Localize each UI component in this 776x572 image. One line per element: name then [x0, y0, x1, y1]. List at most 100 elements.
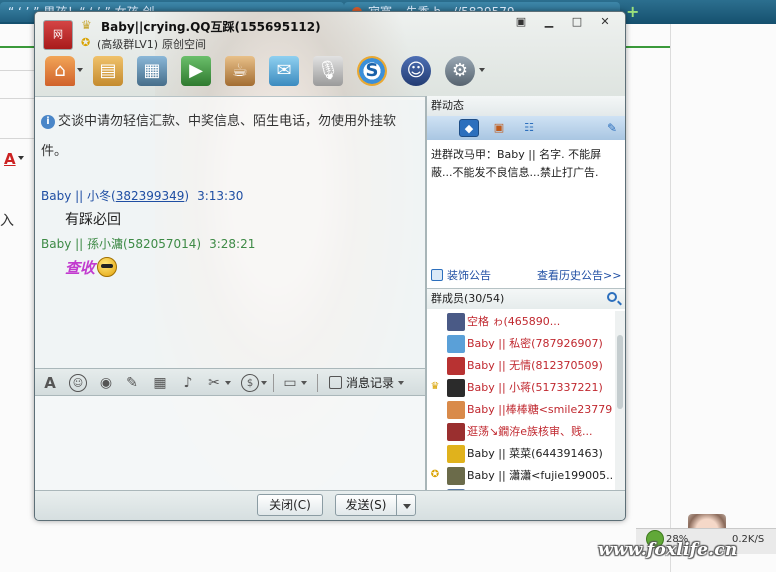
font-icon[interactable]: A [41, 374, 59, 392]
police-icon[interactable]: ☺ [401, 56, 431, 86]
dropdown-arrow-icon[interactable] [18, 156, 24, 160]
announcement-links: 装饰公告 查看历史公告>> [427, 266, 625, 286]
wrench-icon[interactable]: ✎ [607, 121, 617, 135]
chat-bubble-icon[interactable]: ▭ [281, 374, 299, 392]
message-styled-text: 查收 [65, 259, 96, 277]
member-row[interactable]: ✪Baby || 爵士猫(1793718819) [427, 487, 613, 490]
graffiti-icon[interactable]: ✎ [123, 374, 141, 392]
scroll-thumb[interactable] [617, 335, 623, 409]
group-members-panel: 群成员(30/54) 空格 ゎ(465890... Baby || 私密(7879… [427, 288, 625, 490]
message-icon[interactable]: ✉ [269, 56, 299, 86]
sender-qq-link[interactable]: 382399349 [116, 189, 185, 203]
notice-text: 交谈中请勿轻信汇款、中奖信息、陌生电话，勿使用外挂软件。 [41, 114, 397, 159]
dropdown-arrow-icon[interactable] [225, 381, 231, 385]
member-row[interactable]: 逛荡↘鐗洊e族核审、贱... [427, 421, 613, 443]
member-badge-icon [429, 359, 441, 371]
list-tab-icon[interactable]: ☷ [519, 119, 539, 137]
member-row[interactable]: ♛ Baby || 小蒋(517337221) [427, 377, 613, 399]
group-level-tag: (高级群LV1) [97, 38, 159, 51]
member-name: Baby || 私密(787926907) [467, 337, 603, 350]
member-name: Baby || 瀟瀟<fujie199005... [467, 469, 613, 482]
coffee-icon[interactable]: ☕ [225, 56, 255, 86]
message-header: Baby || 小冬(382399349) 3:13:30 [41, 187, 243, 204]
announcement-title: 群动态 [427, 96, 625, 116]
dropdown-arrow-icon[interactable] [479, 68, 485, 72]
member-name: Baby || 小蒋(517337221) [467, 381, 603, 394]
sender-close-paren: ) [184, 189, 190, 203]
dropdown-arrow-icon [398, 381, 405, 385]
toolbar-divider [317, 374, 318, 392]
member-row[interactable]: Baby ||棒棒糖<smile23779... [427, 399, 613, 421]
send-button[interactable]: 发送(S) [335, 494, 397, 516]
music-icon[interactable]: ♪ [179, 374, 197, 392]
video-icon[interactable]: ▶ [181, 56, 211, 86]
cool-smiley-icon [97, 257, 118, 277]
member-avatar [447, 357, 465, 375]
photo-icon[interactable]: ▦ [137, 56, 167, 86]
member-badge-icon [429, 403, 441, 415]
chat-history[interactable]: i 交谈中请勿轻信汇款、中奖信息、陌生电话，勿使用外挂软件。 Baby || 小冬… [35, 96, 425, 368]
member-avatar [447, 467, 465, 485]
member-badge-icon: ♛ [430, 381, 440, 392]
view-history-announcements-link[interactable]: 查看历史公告>> [537, 266, 621, 286]
image-icon[interactable]: ▦ [151, 374, 169, 392]
sender-close-paren: ) [196, 237, 202, 251]
magic-face-icon[interactable]: ◉ [97, 374, 115, 392]
input-toolbar: A ☺ ◉ ✎ ▦ ♪ ✂ $ ▭ 消息记录 [35, 368, 425, 396]
microphone-icon[interactable]: 🎙 [313, 56, 343, 86]
watermark: www.foxlife.cn [598, 540, 738, 560]
member-avatar [447, 379, 465, 397]
sender-name: Baby || 孫小滽( [41, 237, 128, 251]
screenshot-scissors-icon[interactable]: ✂ [205, 374, 223, 392]
decorate-announcement-link[interactable]: 装饰公告 [431, 266, 491, 286]
group-space-link[interactable]: 原创空间 [162, 38, 206, 51]
close-button[interactable]: 关闭(C) [257, 494, 323, 516]
home-icon[interactable]: ⌂ [45, 56, 75, 86]
history-icon [329, 376, 342, 389]
security-notice: i 交谈中请勿轻信汇款、中奖信息、陌生电话，勿使用外挂软件。 [41, 107, 417, 167]
member-avatar [447, 335, 465, 353]
message-time: 3:28:21 [209, 237, 256, 251]
member-row[interactable]: 空格 ゎ(465890... [427, 311, 613, 333]
member-row[interactable]: Baby || 菜菜(644391463) [427, 443, 613, 465]
member-list[interactable]: 空格 ゎ(465890... Baby || 私密(787926907) Baby … [427, 311, 613, 490]
search-icon[interactable] [607, 292, 617, 302]
folder-icon[interactable]: ▤ [93, 56, 123, 86]
group-avatar[interactable]: 网 [43, 20, 73, 50]
member-name: Baby ||棒棒糖<smile23779... [467, 403, 613, 416]
font-color-icon[interactable]: A [4, 150, 16, 168]
member-badge-icon [429, 425, 441, 437]
window-menu-button[interactable]: ▣ [513, 15, 529, 29]
close-window-button[interactable]: ✕ [597, 15, 613, 29]
member-avatar [447, 313, 465, 331]
gear-icon[interactable]: ⚙ [445, 56, 475, 86]
dropdown-arrow-icon[interactable] [261, 381, 267, 385]
group-level: (高级群LV1) 原创空间 [97, 36, 206, 52]
minimize-button[interactable]: ▁ [541, 15, 557, 29]
message-text: 查收 [65, 257, 118, 278]
soso-icon[interactable]: S [357, 56, 387, 86]
message-time: 3:13:30 [197, 189, 244, 203]
new-tab-plus-icon[interactable]: + [626, 2, 639, 22]
message-text: 有踩必回 [65, 212, 121, 228]
member-avatar [447, 445, 465, 463]
member-avatar [447, 489, 465, 490]
sender-qq: 582057014 [127, 237, 197, 251]
member-row[interactable]: Baby || 私密(787926907) [427, 333, 613, 355]
message-input[interactable] [35, 396, 425, 490]
member-row[interactable]: ✪ Baby || 瀟瀟<fujie199005... [427, 465, 613, 487]
sender-name: Baby || 小冬( [41, 189, 116, 203]
bulletin-tab-icon[interactable]: ◆ [459, 119, 479, 137]
members-title: 群成员(30/54) [427, 289, 625, 309]
dropdown-arrow-icon[interactable] [301, 381, 307, 385]
photo-tab-icon[interactable]: ▣ [489, 119, 509, 137]
member-row[interactable]: Baby || 无情(812370509) [427, 355, 613, 377]
member-name: Baby || 菜菜(644391463) [467, 447, 603, 460]
maximize-button[interactable]: □ [569, 15, 585, 29]
emoticon-icon[interactable]: ☺ [69, 374, 87, 392]
payment-icon[interactable]: $ [241, 374, 259, 392]
send-options-dropdown[interactable] [396, 494, 416, 516]
message-history-button[interactable]: 消息记录 [329, 374, 405, 392]
dropdown-arrow-icon[interactable] [77, 68, 83, 72]
crown-icon: ♛ [81, 18, 92, 32]
